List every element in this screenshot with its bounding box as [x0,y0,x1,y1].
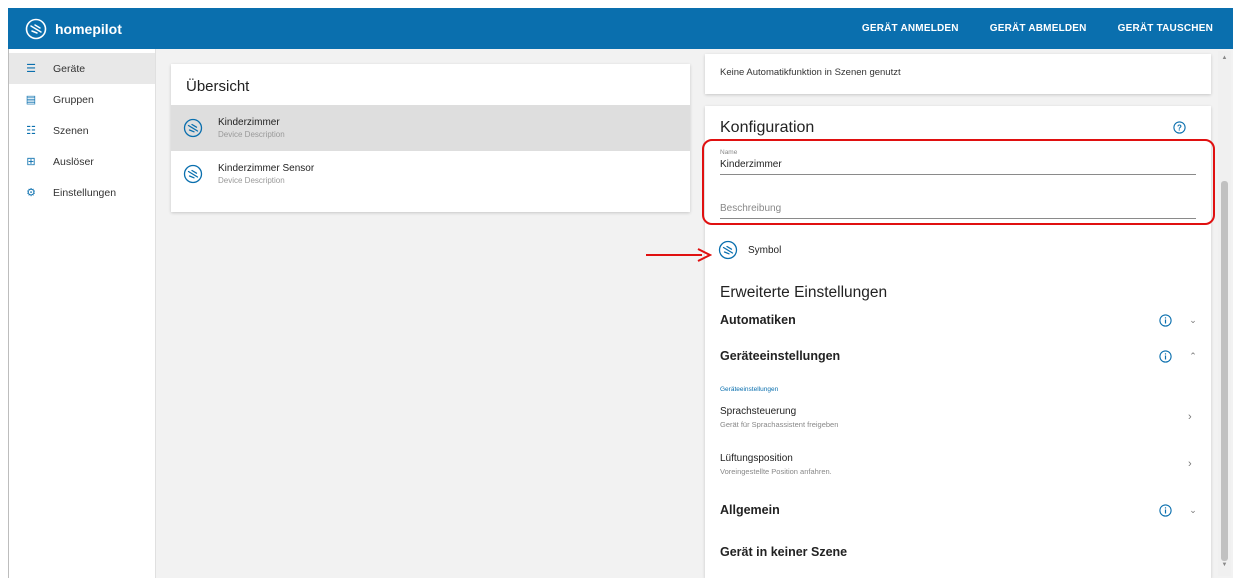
setting-sprachsteuerung[interactable]: Sprachsteuerung Gerät für Sprachassisten… [720,403,1198,431]
chevron-down-icon[interactable]: ⌄ [1188,315,1198,325]
setting-description: Gerät für Sprachassistent freigeben [720,419,839,429]
device-list-item[interactable]: Kinderzimmer Device Description [171,105,690,151]
groups-icon: ▤ [25,93,37,106]
setting-description: Voreingestellte Position anfahren. [720,466,832,476]
unregister-device-button[interactable]: GERÄT ABMELDEN [990,23,1087,34]
list-icon: ☰ [26,62,36,75]
sidebar-item-gruppen[interactable]: ▤ Gruppen [9,84,155,115]
setting-name: Lüftungsposition [720,452,793,464]
homepilot-logo-icon [25,18,47,39]
setting-lueftungsposition[interactable]: Lüftungsposition Voreingestellte Positio… [720,450,1198,478]
sidebar-item-label: Gruppen [53,93,94,106]
section-geraeteeinstellungen[interactable]: Geräteeinstellungen ⌃ [720,344,1198,368]
sidebar-item-label: Geräte [53,62,86,75]
scrollbar[interactable]: ▲ ▼ [1218,51,1231,576]
svg-text:?: ? [1177,123,1182,132]
sidebar-item-label: Auslöser [53,155,94,168]
device-icon [183,164,203,184]
description-field-placeholder: Beschreibung [720,203,782,214]
info-icon[interactable] [1159,503,1172,517]
section-keine-szene[interactable]: Gerät in keiner Szene [720,540,1198,564]
device-name: Kinderzimmer Sensor [218,163,315,174]
top-actions: GERÄT ANMELDEN GERÄT ABMELDEN GERÄT TAUS… [831,8,1213,49]
sidebar-item-ausloeser[interactable]: ⊞ Auslöser [9,146,155,177]
sidebar-item-label: Szenen [53,124,89,137]
info-icon[interactable] [1159,313,1172,327]
name-field-value: Kinderzimmer [720,159,782,170]
symbol-selector[interactable]: Symbol [718,240,781,260]
description-field[interactable]: Beschreibung [720,203,1196,219]
section-title: Geräteeinstellungen [720,349,841,363]
section-title: Allgemein [720,503,780,517]
device-name: Kinderzimmer [218,117,280,128]
register-device-button[interactable]: GERÄT ANMELDEN [862,23,959,34]
device-description: Device Description [218,130,285,139]
symbol-label: Symbol [748,244,782,256]
info-icon[interactable] [1159,349,1172,363]
replace-device-button[interactable]: GERÄT TAUSCHEN [1118,23,1213,34]
name-field-label: Name [720,149,738,156]
overview-title: Übersicht [186,78,250,95]
overview-card: Übersicht Kinderzimmer Device Descriptio… [171,64,690,212]
name-field[interactable]: Name Kinderzimmer [720,149,1196,175]
subsection-heading: Geräteeinstellungen [720,386,779,393]
chevron-up-icon[interactable]: ⌃ [1188,351,1198,361]
scenes-icon: ☷ [26,124,36,137]
automation-info-card: Keine Automatikfunktion in Szenen genutz… [705,54,1211,94]
sidebar-item-geraete[interactable]: ☰ Geräte [9,53,155,84]
chevron-down-icon[interactable]: ⌄ [1188,505,1198,515]
scroll-down-icon[interactable]: ▼ [1221,562,1228,569]
sidebar: ☰ Geräte ▤ Gruppen ☷ Szenen ⊞ Auslöser ⚙… [9,49,156,578]
sidebar-item-einstellungen[interactable]: ⚙ Einstellungen [9,177,155,208]
device-description: Device Description [218,176,285,185]
top-bar: homepilot GERÄT ANMELDEN GERÄT ABMELDEN … [8,8,1233,49]
section-automatiken[interactable]: Automatiken ⌄ [720,308,1198,332]
brand-name: homepilot [55,20,122,37]
help-icon[interactable]: ? [1173,121,1186,134]
chevron-right-icon: › [1188,458,1192,470]
sidebar-item-szenen[interactable]: ☷ Szenen [9,115,155,146]
automation-info-text: Keine Automatikfunktion in Szenen genutz… [720,67,901,78]
scrollbar-thumb[interactable] [1221,181,1228,561]
advanced-settings-title: Erweiterte Einstellungen [720,284,888,301]
section-title: Automatiken [720,313,796,327]
sidebar-item-label: Einstellungen [53,186,117,199]
device-icon [183,118,203,138]
chevron-right-icon: › [1188,411,1192,423]
configuration-title: Konfiguration [720,119,815,136]
trigger-icon: ⊞ [26,155,36,168]
scroll-up-icon[interactable]: ▲ [1221,55,1228,62]
setting-name: Sprachsteuerung [720,405,797,417]
section-title: Gerät in keiner Szene [720,545,848,559]
configuration-card: Konfiguration ? Name Kinderzimmer Beschr… [705,106,1211,578]
home-logo[interactable]: homepilot [25,18,122,40]
section-allgemein[interactable]: Allgemein ⌄ [720,498,1198,522]
device-symbol-icon [718,240,738,260]
gear-icon: ⚙ [26,186,36,199]
device-list-item[interactable]: Kinderzimmer Sensor Device Description [171,151,690,197]
